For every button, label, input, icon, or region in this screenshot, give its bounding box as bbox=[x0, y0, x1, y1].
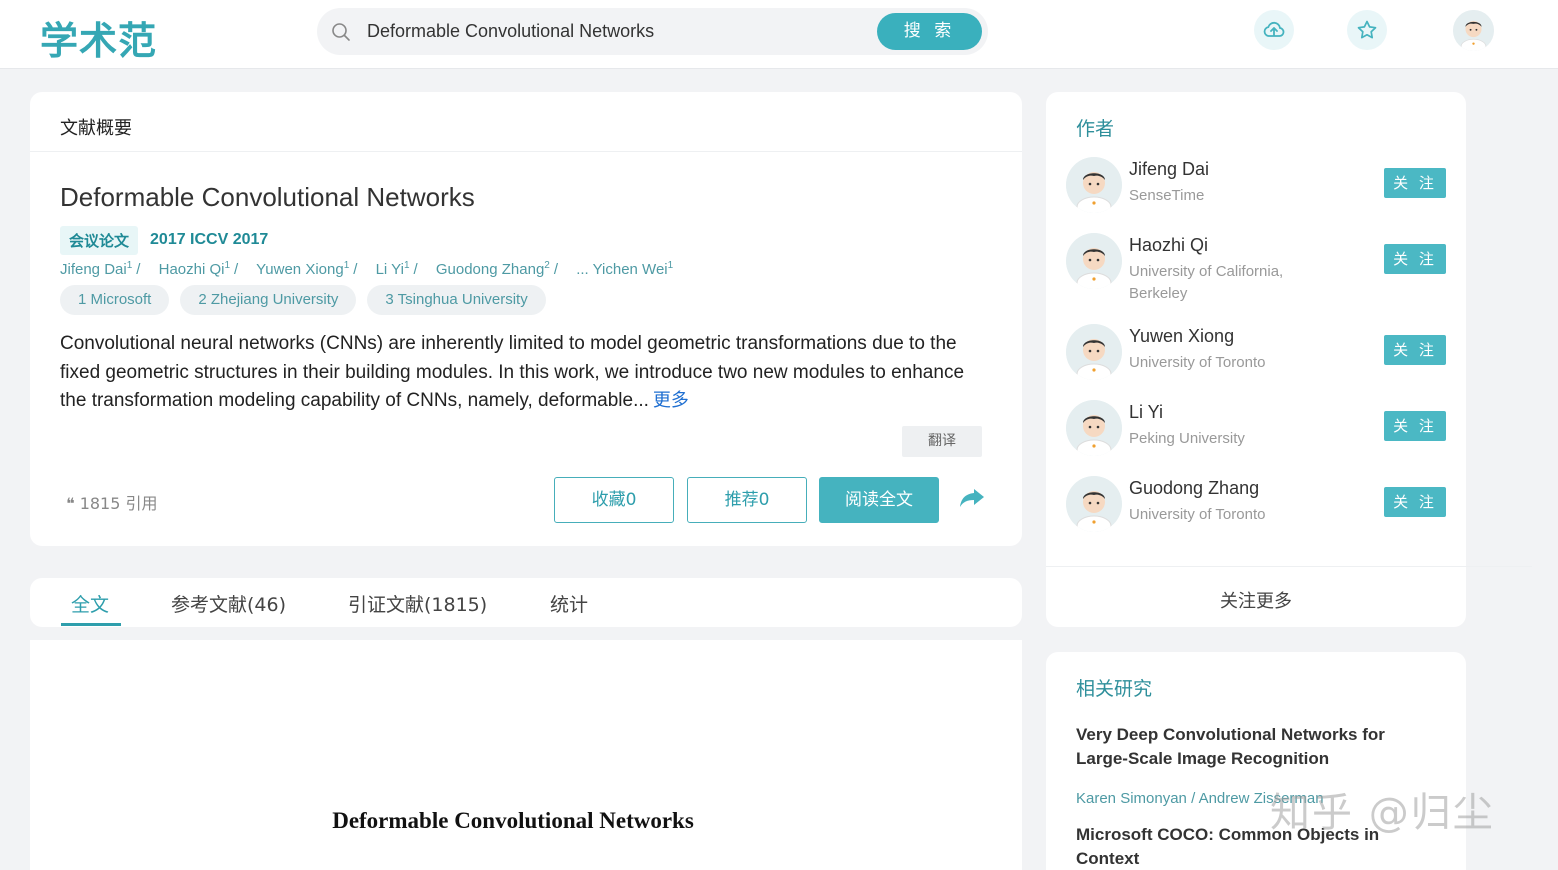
abstract: Convolutional neural networks (CNNs) are… bbox=[60, 330, 980, 416]
authors-panel-title: 作者 bbox=[1076, 118, 1115, 140]
avatar bbox=[1066, 400, 1122, 456]
more-link[interactable]: 更多 bbox=[653, 390, 689, 411]
paper-meta: 会议论文 2017 ICCV 2017 bbox=[60, 225, 268, 255]
paper-type-tag: 会议论文 bbox=[60, 225, 139, 255]
read-fulltext-button[interactable]: 阅读全文 bbox=[819, 477, 939, 523]
author-org: University of California, Berkeley bbox=[1129, 263, 1284, 302]
search-input[interactable] bbox=[367, 18, 867, 44]
share-icon[interactable] bbox=[958, 484, 986, 512]
divider bbox=[30, 151, 1022, 152]
avatar bbox=[1066, 476, 1122, 532]
author-link[interactable]: Yuwen Xiong1 bbox=[256, 260, 349, 278]
paper-summary-card: 文献概要 Deformable Convolutional Networks 会… bbox=[30, 92, 1022, 546]
affiliation-chip[interactable]: 2 Zhejiang University bbox=[180, 285, 357, 315]
author-link[interactable]: ... Yichen Wei1 bbox=[576, 260, 673, 278]
follow-more-link[interactable]: 关注更多 bbox=[1046, 587, 1466, 613]
author-name[interactable]: Li Yi bbox=[1129, 402, 1163, 423]
paper-venue[interactable]: 2017 ICCV 2017 bbox=[150, 231, 268, 249]
author-org: SenseTime bbox=[1129, 187, 1205, 204]
follow-button[interactable]: 关 注 bbox=[1384, 244, 1446, 274]
tab-references[interactable]: 参考文献(46) bbox=[171, 590, 286, 617]
translate-button[interactable]: 翻译 bbox=[902, 426, 982, 457]
related-paper-title[interactable]: Very Deep Convolutional Networks for Lar… bbox=[1076, 723, 1416, 771]
affiliation-chip[interactable]: 3 Tsinghua University bbox=[367, 285, 546, 315]
watermark: 知乎 @归尘 bbox=[1270, 790, 1495, 836]
author-name[interactable]: Jifeng Dai bbox=[1129, 159, 1209, 180]
authors-panel: 作者 Jifeng Dai SenseTime 关 注 Haozhi Qi Un… bbox=[1046, 92, 1532, 627]
author-link[interactable]: Haozhi Qi1 bbox=[159, 260, 230, 278]
abstract-text: Convolutional neural networks (CNNs) are… bbox=[60, 333, 965, 411]
follow-button[interactable]: 关 注 bbox=[1384, 168, 1446, 198]
star-icon[interactable] bbox=[1347, 10, 1387, 50]
affiliation-list: 1 Microsoft 2 Zhejiang University 3 Tsin… bbox=[60, 285, 546, 315]
site-logo[interactable]: 学术范 bbox=[40, 10, 157, 65]
paper-title: Deformable Convolutional Networks bbox=[60, 182, 475, 212]
author-org: University of Toronto bbox=[1129, 354, 1266, 371]
avatar bbox=[1066, 233, 1122, 289]
author-list: Jifeng Dai1/ Haozhi Qi1/ Yuwen Xiong1/ L… bbox=[60, 260, 674, 278]
related-research-title: 相关研究 bbox=[1076, 678, 1153, 700]
follow-button[interactable]: 关 注 bbox=[1384, 335, 1446, 365]
tab-statistics[interactable]: 统计 bbox=[550, 590, 588, 617]
author-org: University of Toronto bbox=[1129, 506, 1266, 523]
follow-button[interactable]: 关 注 bbox=[1384, 487, 1446, 517]
cloud-upload-icon[interactable] bbox=[1254, 10, 1294, 50]
content-tabs: 全文 参考文献(46) 引证文献(1815) 统计 bbox=[30, 578, 1022, 627]
follow-button[interactable]: 关 注 bbox=[1384, 411, 1446, 441]
recommend-button[interactable]: 推荐0 bbox=[687, 477, 807, 523]
user-avatar[interactable] bbox=[1453, 10, 1494, 51]
author-link[interactable]: Li Yi1 bbox=[376, 260, 410, 278]
card-title: 文献概要 bbox=[60, 118, 132, 139]
tab-fulltext[interactable]: 全文 bbox=[71, 590, 109, 617]
citation-count: ❝ 1815 引用 bbox=[66, 494, 158, 513]
avatar bbox=[1066, 324, 1122, 380]
author-link[interactable]: Guodong Zhang2 bbox=[436, 260, 550, 278]
active-tab-indicator bbox=[61, 623, 121, 626]
tab-citations[interactable]: 引证文献(1815) bbox=[348, 590, 487, 617]
search-bar: 搜 索 bbox=[317, 8, 988, 55]
divider bbox=[1046, 566, 1532, 567]
author-link[interactable]: Jifeng Dai1 bbox=[60, 260, 132, 278]
author-name[interactable]: Haozhi Qi bbox=[1129, 235, 1208, 256]
author-name[interactable]: Yuwen Xiong bbox=[1129, 326, 1234, 347]
fulltext-preview[interactable]: Deformable Convolutional Networks bbox=[30, 640, 1022, 870]
author-name[interactable]: Guodong Zhang bbox=[1129, 478, 1259, 499]
fulltext-title: Deformable Convolutional Networks bbox=[332, 808, 694, 833]
search-icon bbox=[331, 22, 351, 42]
avatar bbox=[1066, 157, 1122, 213]
author-org: Peking University bbox=[1129, 430, 1245, 447]
top-header: 学术范 搜 索 bbox=[0, 0, 1558, 69]
collect-button[interactable]: 收藏0 bbox=[554, 477, 674, 523]
affiliation-chip[interactable]: 1 Microsoft bbox=[60, 285, 170, 315]
search-button[interactable]: 搜 索 bbox=[877, 13, 982, 50]
